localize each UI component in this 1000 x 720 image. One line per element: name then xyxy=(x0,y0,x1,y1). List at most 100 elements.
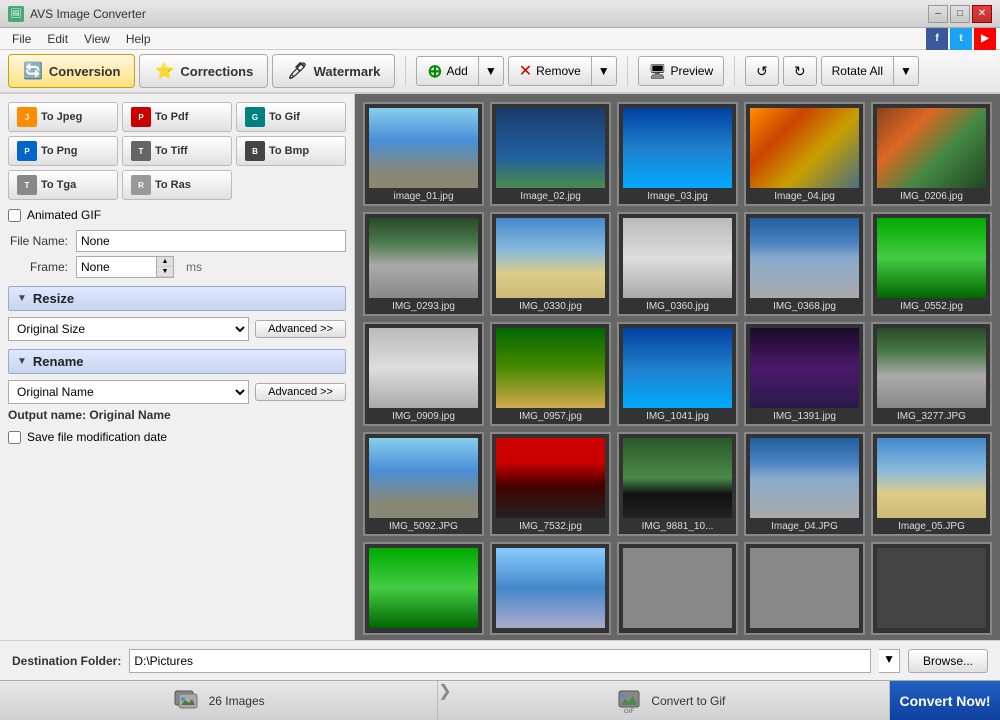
image-cell-24[interactable] xyxy=(871,542,992,635)
format-gif-button[interactable]: G To Gif xyxy=(236,102,346,132)
image-thumb-9 xyxy=(877,218,986,298)
frame-spin-buttons: ▲ ▼ xyxy=(156,256,174,278)
conversion-label: Conversion xyxy=(49,64,121,79)
image-cell-12[interactable]: IMG_1041.jpg xyxy=(617,322,738,426)
format-ras-button[interactable]: R To Ras xyxy=(122,170,232,200)
youtube-icon[interactable]: ▶ xyxy=(974,28,996,50)
animated-gif-label[interactable]: Animated GIF xyxy=(27,208,101,222)
add-action-group: ⊕ Add ▼ xyxy=(416,56,503,86)
image-thumb-20 xyxy=(369,548,478,628)
remove-dropdown-button[interactable]: ▼ xyxy=(592,56,617,86)
format-tga-button[interactable]: T To Tga xyxy=(8,170,118,200)
corrections-label: Corrections xyxy=(180,64,253,79)
watermark-label: Watermark xyxy=(314,64,381,79)
frame-up-button[interactable]: ▲ xyxy=(157,257,173,267)
twitter-icon[interactable]: t xyxy=(950,28,972,50)
image-cell-5[interactable]: IMG_0293.jpg xyxy=(363,212,484,316)
rename-section-header[interactable]: ▼ Rename xyxy=(8,349,346,374)
image-cell-7[interactable]: IMG_0360.jpg xyxy=(617,212,738,316)
image-cell-1[interactable]: Image_02.jpg xyxy=(490,102,611,206)
menu-view[interactable]: View xyxy=(76,30,118,48)
image-thumb-12 xyxy=(623,328,732,408)
rotate-all-action-group: Rotate All ▼ xyxy=(821,56,919,86)
image-cell-4[interactable]: IMG_0206.jpg xyxy=(871,102,992,206)
image-cell-23[interactable] xyxy=(744,542,865,635)
format-bmp-button[interactable]: B To Bmp xyxy=(236,136,346,166)
gif-icon: G xyxy=(245,107,265,127)
file-name-input[interactable] xyxy=(76,230,346,252)
format-tiff-button[interactable]: T To Tiff xyxy=(122,136,232,166)
image-cell-3[interactable]: Image_04.jpg xyxy=(744,102,865,206)
rotate-all-dropdown-button[interactable]: ▼ xyxy=(894,56,919,86)
image-thumb-1 xyxy=(496,108,605,188)
preview-button[interactable]: 🖥 Preview xyxy=(638,56,724,86)
image-cell-21[interactable] xyxy=(490,542,611,635)
output-name-row: Output name: Original Name xyxy=(8,408,346,422)
toolbar: 🔄 Conversion ⭐ Corrections 🖊 Watermark ⊕… xyxy=(0,50,1000,94)
image-thumb-22 xyxy=(623,548,732,628)
dest-folder-input[interactable] xyxy=(129,649,871,673)
image-thumb-4 xyxy=(877,108,986,188)
minimize-button[interactable]: – xyxy=(928,5,948,23)
close-button[interactable]: ✕ xyxy=(972,5,992,23)
format-png-button[interactable]: P To Png xyxy=(8,136,118,166)
menu-file[interactable]: File xyxy=(4,30,39,48)
save-mod-checkbox[interactable] xyxy=(8,431,21,444)
resize-section-header[interactable]: ▼ Resize xyxy=(8,286,346,311)
resize-advanced-button[interactable]: Advanced >> xyxy=(255,320,346,338)
image-cell-14[interactable]: IMG_3277.JPG xyxy=(871,322,992,426)
image-cell-9[interactable]: IMG_0552.jpg xyxy=(871,212,992,316)
image-cell-0[interactable]: image_01.jpg xyxy=(363,102,484,206)
maximize-button[interactable]: □ xyxy=(950,5,970,23)
image-cell-22[interactable] xyxy=(617,542,738,635)
add-button[interactable]: ⊕ Add xyxy=(416,56,478,86)
facebook-icon[interactable]: f xyxy=(926,28,948,50)
step-arrow-icon: ❯ xyxy=(438,681,451,720)
frame-input[interactable] xyxy=(76,256,156,278)
rename-advanced-button[interactable]: Advanced >> xyxy=(255,383,346,401)
preview-icon: 🖥 xyxy=(649,63,667,80)
rotate-right-button[interactable]: ↻ xyxy=(783,56,817,86)
browse-button[interactable]: Browse... xyxy=(908,649,988,673)
image-cell-20[interactable] xyxy=(363,542,484,635)
tab-watermark[interactable]: 🖊 Watermark xyxy=(272,54,395,88)
image-cell-13[interactable]: IMG_1391.jpg xyxy=(744,322,865,426)
tab-conversion[interactable]: 🔄 Conversion xyxy=(8,54,135,88)
tab-corrections[interactable]: ⭐ Corrections xyxy=(139,54,268,88)
rotate-all-button[interactable]: Rotate All xyxy=(821,56,894,86)
image-cell-19[interactable]: Image_05.JPG xyxy=(871,432,992,536)
rotate-left-button[interactable]: ↺ xyxy=(745,56,779,86)
image-cell-6[interactable]: IMG_0330.jpg xyxy=(490,212,611,316)
rename-dropdown[interactable]: Original Name Custom Date Sequence xyxy=(8,380,249,404)
image-cell-18[interactable]: Image_04.JPG xyxy=(744,432,865,536)
format-jpeg-button[interactable]: J To Jpeg xyxy=(8,102,118,132)
bmp-icon: B xyxy=(245,141,265,161)
add-dropdown-button[interactable]: ▼ xyxy=(479,56,504,86)
frame-down-button[interactable]: ▼ xyxy=(157,267,173,277)
animated-gif-checkbox[interactable] xyxy=(8,209,21,222)
dest-dropdown-button[interactable]: ▼ xyxy=(879,649,900,673)
image-name-7: IMG_0360.jpg xyxy=(646,301,709,312)
menu-help[interactable]: Help xyxy=(118,30,159,48)
image-cell-15[interactable]: IMG_5092.JPG xyxy=(363,432,484,536)
image-cell-17[interactable]: IMG_9881_10... xyxy=(617,432,738,536)
image-cell-2[interactable]: Image_03.jpg xyxy=(617,102,738,206)
rename-section-title: Rename xyxy=(33,354,84,369)
resize-arrow-icon: ▼ xyxy=(17,293,27,304)
rotate-right-icon: ↻ xyxy=(794,63,806,80)
save-mod-label[interactable]: Save file modification date xyxy=(27,430,167,444)
image-name-3: Image_04.jpg xyxy=(774,191,835,202)
image-thumb-2 xyxy=(623,108,732,188)
image-cell-11[interactable]: IMG_0957.jpg xyxy=(490,322,611,426)
image-name-9: IMG_0552.jpg xyxy=(900,301,963,312)
resize-dropdown[interactable]: Original Size Custom 640x480 800x600 102… xyxy=(8,317,249,341)
format-pdf-button[interactable]: P To Pdf xyxy=(122,102,232,132)
image-cell-16[interactable]: IMG_7532.jpg xyxy=(490,432,611,536)
image-cell-8[interactable]: IMG_0368.jpg xyxy=(744,212,865,316)
convert-now-button[interactable]: Convert Now! xyxy=(890,681,1000,720)
image-thumb-3 xyxy=(750,108,859,188)
menu-edit[interactable]: Edit xyxy=(39,30,76,48)
remove-button[interactable]: ✕ Remove xyxy=(508,56,592,86)
image-thumb-6 xyxy=(496,218,605,298)
image-cell-10[interactable]: IMG_0909.jpg xyxy=(363,322,484,426)
